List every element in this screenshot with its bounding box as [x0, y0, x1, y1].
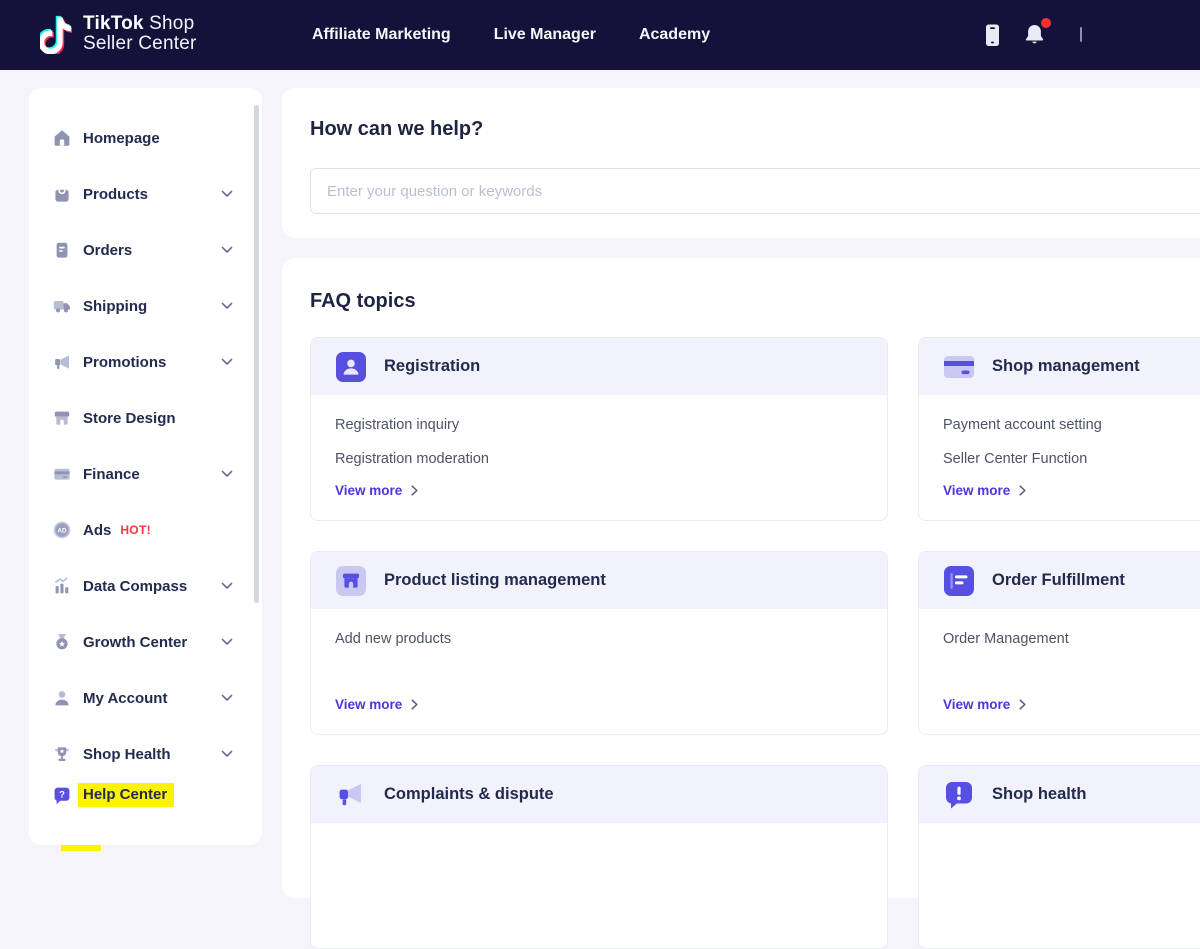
sidebar-item-data-compass[interactable]: Data Compass: [52, 572, 242, 600]
faq-topic-header[interactable]: Order Fulfillment: [919, 552, 1200, 609]
tiktok-shop-logo[interactable]: TikTok Shop Seller Center: [40, 14, 196, 54]
chevron-down-icon: [221, 190, 233, 198]
complaints-megaphone-icon: [335, 779, 367, 811]
sidebar-item-store-design[interactable]: Store Design: [52, 404, 242, 432]
faq-link[interactable]: Payment account setting: [943, 415, 1200, 435]
faq-topic-body: Order Management View more: [919, 609, 1200, 728]
faq-link[interactable]: Seller Center Function: [943, 449, 1200, 469]
logo-wordmark: TikTok Shop Seller Center: [83, 14, 196, 54]
payment-card-icon: [943, 351, 975, 383]
chevron-down-icon: [221, 246, 233, 254]
faq-topics-section: FAQ topics Registration Registration inq…: [282, 258, 1200, 898]
chevron-right-icon: [1019, 485, 1026, 496]
chevron-down-icon: [221, 694, 233, 702]
user-icon: [52, 688, 72, 708]
sidebar-menu: Homepage Products Orders Shipping: [29, 88, 262, 845]
nav-academy[interactable]: Academy: [639, 26, 710, 44]
sidebar-item-finance[interactable]: Finance: [52, 460, 242, 488]
sidebar-item-homepage[interactable]: Homepage: [52, 124, 242, 152]
faq-topic-header[interactable]: Registration: [311, 338, 887, 395]
sidebar-item-help-center[interactable]: ? Help Center: [52, 781, 242, 809]
faq-topic-header[interactable]: Product listing management: [311, 552, 887, 609]
faq-link[interactable]: Add new products: [335, 629, 863, 649]
top-navigation: Affiliate Marketing Live Manager Academy: [312, 0, 710, 70]
faq-topics-title: FAQ topics: [310, 290, 1200, 313]
faq-link[interactable]: Order Management: [943, 629, 1200, 649]
home-icon: [52, 128, 72, 148]
faq-topic-body: Registration inquiry Registration modera…: [311, 395, 887, 514]
bar-chart-icon: [52, 576, 72, 596]
svg-text:?: ?: [59, 790, 65, 801]
faq-link[interactable]: Registration moderation: [335, 449, 863, 469]
chevron-down-icon: [221, 358, 233, 366]
svg-text:AD: AD: [57, 527, 67, 534]
sidebar-item-ads[interactable]: AD Ads HOT!: [52, 516, 242, 544]
help-search-input[interactable]: [310, 168, 1200, 214]
help-search-title: How can we help?: [310, 118, 1200, 141]
view-more-link[interactable]: View more: [943, 483, 1200, 498]
sidebar-item-products[interactable]: Products: [52, 180, 242, 208]
view-more-link[interactable]: View more: [943, 697, 1200, 712]
sidebar-scrollbar[interactable]: [254, 105, 259, 603]
faq-link[interactable]: Registration inquiry: [335, 415, 863, 435]
header-actions: [1070, 0, 1200, 70]
registration-person-icon: [335, 351, 367, 383]
order-doc-icon: [943, 565, 975, 597]
faq-topic-header[interactable]: Shop health: [919, 766, 1200, 823]
faq-topic-product-listing: Product listing management Add new produ…: [310, 551, 888, 735]
trophy-icon: [52, 744, 72, 764]
alert-bubble-icon: [943, 779, 975, 811]
help-search-section: How can we help?: [282, 88, 1200, 238]
help-bubble-icon: ?: [52, 785, 72, 805]
top-header: TikTok Shop Seller Center Affiliate Mark…: [0, 0, 1200, 70]
mobile-app-icon[interactable]: [982, 23, 1003, 48]
faq-topic-complaints-dispute: Complaints & dispute: [310, 765, 888, 949]
faq-topic-shop-management: Shop management Payment account setting …: [918, 337, 1200, 521]
nav-affiliate-marketing[interactable]: Affiliate Marketing: [312, 26, 451, 44]
faq-topic-order-fulfillment: Order Fulfillment Order Management View …: [918, 551, 1200, 735]
view-more-link[interactable]: View more: [335, 483, 863, 498]
medal-icon: [52, 632, 72, 652]
faq-topics-grid: Registration Registration inquiry Regist…: [310, 337, 1200, 949]
sidebar-item-orders[interactable]: Orders: [52, 236, 242, 264]
faq-topic-body: Add new products View more: [311, 609, 887, 728]
cutoff-divider: [1080, 27, 1082, 42]
notification-dot: [1041, 18, 1051, 28]
chevron-down-icon: [221, 582, 233, 590]
chevron-right-icon: [411, 699, 418, 710]
ad-circle-icon: AD: [52, 520, 72, 540]
faq-topic-body: [919, 823, 1200, 859]
chevron-down-icon: [221, 638, 233, 646]
view-more-link[interactable]: View more: [335, 697, 863, 712]
chevron-down-icon: [221, 302, 233, 310]
faq-topic-header[interactable]: Complaints & dispute: [311, 766, 887, 823]
main-content: How can we help? FAQ topics Registration…: [282, 88, 1200, 898]
sidebar-item-promotions[interactable]: Promotions: [52, 348, 242, 376]
hot-badge: HOT!: [120, 523, 151, 537]
chevron-down-icon: [221, 470, 233, 478]
orders-doc-icon: [52, 240, 72, 260]
truck-icon: [52, 296, 72, 316]
chevron-down-icon: [221, 750, 233, 758]
product-store-icon: [335, 565, 367, 597]
help-center-label-highlighted: Help Center: [78, 783, 174, 807]
megaphone-icon: [52, 352, 72, 372]
tiktok-note-icon: [40, 14, 72, 54]
nav-live-manager[interactable]: Live Manager: [494, 26, 596, 44]
faq-topic-registration: Registration Registration inquiry Regist…: [310, 337, 888, 521]
highlight-mark: [61, 845, 101, 851]
sidebar-item-shipping[interactable]: Shipping: [52, 292, 242, 320]
chevron-right-icon: [411, 485, 418, 496]
faq-topic-body: Payment account setting Seller Center Fu…: [919, 395, 1200, 514]
sidebar-item-my-account[interactable]: My Account: [52, 684, 242, 712]
sidebar-item-shop-health[interactable]: Shop Health: [52, 740, 242, 768]
chevron-right-icon: [1019, 699, 1026, 710]
faq-topic-body: [311, 823, 887, 859]
sidebar-item-growth-center[interactable]: Growth Center: [52, 628, 242, 656]
credit-card-icon: [52, 464, 72, 484]
bag-icon: [52, 184, 72, 204]
storefront-icon: [52, 408, 72, 428]
faq-topic-header[interactable]: Shop management: [919, 338, 1200, 395]
faq-topic-shop-health: Shop health: [918, 765, 1200, 949]
